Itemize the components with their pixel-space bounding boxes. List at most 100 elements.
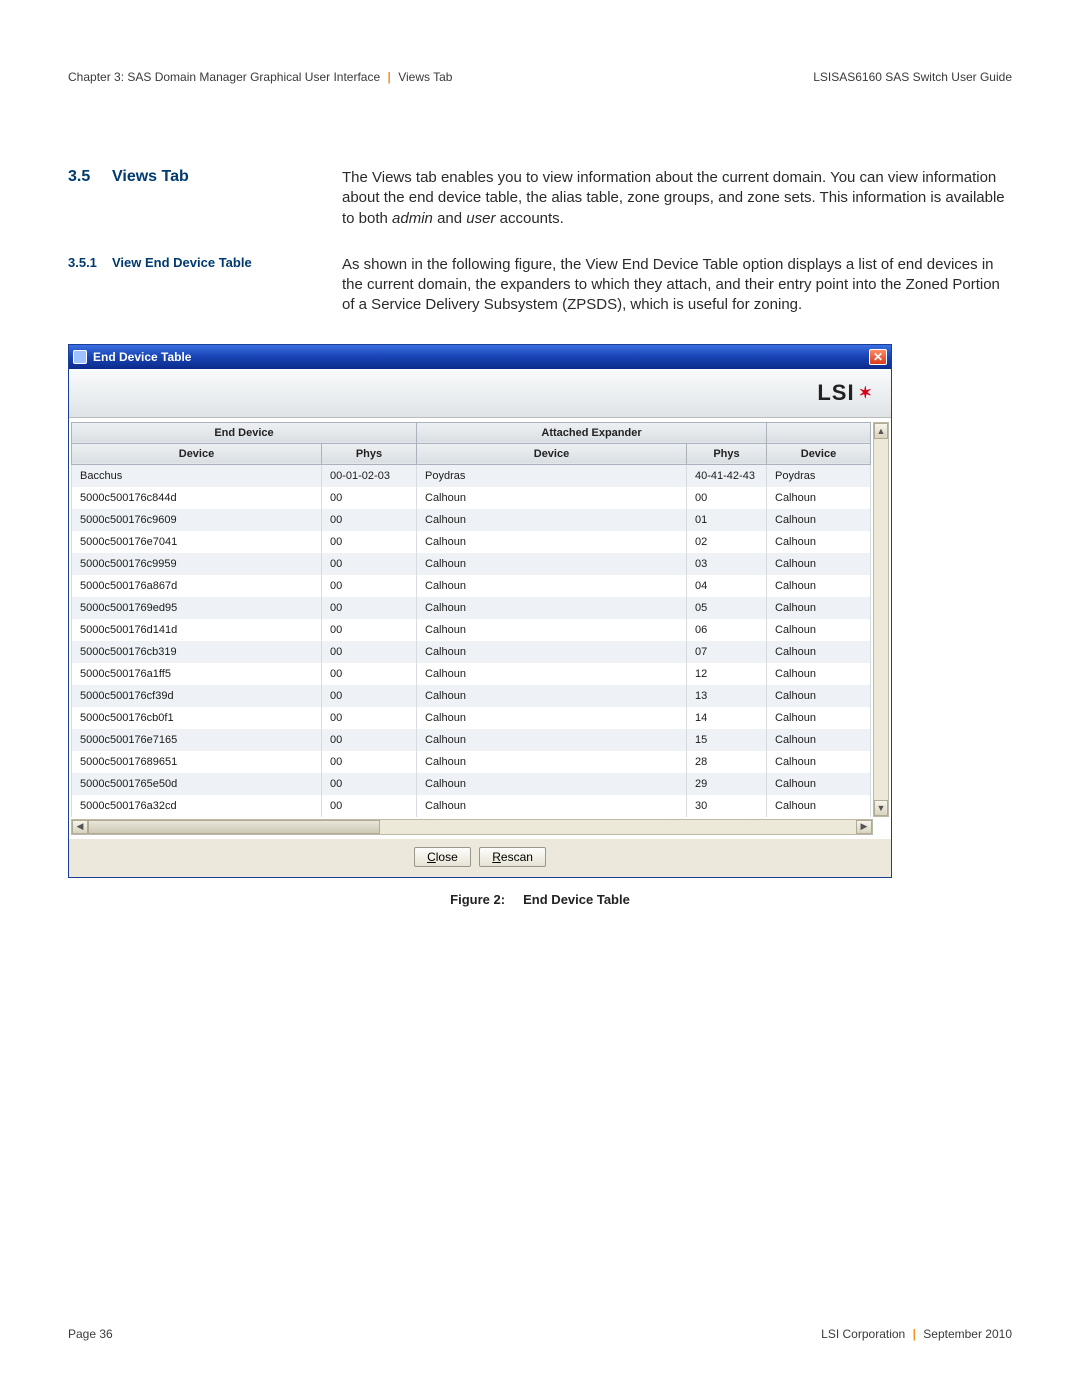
col-device-1[interactable]: Device [72, 443, 322, 464]
window-icon [73, 350, 87, 364]
close-icon[interactable]: ✕ [869, 349, 887, 365]
table-cell: Calhoun [767, 729, 871, 751]
table-cell: Calhoun [767, 685, 871, 707]
table-cell: 40-41-42-43 [687, 464, 767, 487]
emphasis-admin: admin [392, 210, 433, 227]
table-cell: Poydras [417, 464, 687, 487]
table-cell: Calhoun [417, 773, 687, 795]
figure-title: End Device Table [523, 892, 630, 907]
table-row[interactable]: 5000c500176c995900Calhoun03Calhoun [72, 553, 871, 575]
table-cell: 5000c500176e7041 [72, 531, 322, 553]
table-cell: Calhoun [417, 707, 687, 729]
table-cell: 5000c5001765e50d [72, 773, 322, 795]
table-cell: Calhoun [767, 531, 871, 553]
table-cell: Calhoun [417, 619, 687, 641]
emphasis-user: user [466, 210, 495, 227]
table-row[interactable]: 5000c500176cb0f100Calhoun14Calhoun [72, 707, 871, 729]
table-row[interactable]: 5000c5001768965100Calhoun28Calhoun [72, 751, 871, 773]
scroll-right-icon[interactable]: ▶ [856, 820, 872, 834]
table-cell: 05 [687, 597, 767, 619]
subsection-body: As shown in the following figure, the Vi… [342, 255, 1012, 316]
end-device-table-window: End Device Table ✕ LSI ✶ End Device Atta… [68, 344, 892, 878]
table-cell: 13 [687, 685, 767, 707]
horizontal-scrollbar[interactable]: ◀ ▶ [71, 819, 873, 835]
section-heading-row: 3.5 Views Tab The Views tab enables you … [68, 168, 1012, 229]
col-device-2[interactable]: Device [417, 443, 687, 464]
table-row[interactable]: 5000c500176cb31900Calhoun07Calhoun [72, 641, 871, 663]
group-header-row: End Device Attached Expander [72, 422, 871, 443]
scroll-down-icon[interactable]: ▼ [874, 800, 888, 816]
table-row[interactable]: 5000c500176d141d00Calhoun06Calhoun [72, 619, 871, 641]
table-cell: 00 [322, 531, 417, 553]
table-row[interactable]: 5000c5001765e50d00Calhoun29Calhoun [72, 773, 871, 795]
table-cell: 04 [687, 575, 767, 597]
table-cell: 5000c500176c9609 [72, 509, 322, 531]
window-title: End Device Table [93, 350, 869, 364]
table-cell: 5000c50017689651 [72, 751, 322, 773]
logo-text: LSI [817, 380, 854, 406]
table-cell: 00 [687, 487, 767, 509]
table-cell: 5000c500176a867d [72, 575, 322, 597]
table-cell: Calhoun [767, 575, 871, 597]
subsection-title: View End Device Table [112, 255, 342, 316]
section-number: 3.5 [68, 168, 112, 229]
table-cell: 5000c5001769ed95 [72, 597, 322, 619]
table-cell: 5000c500176c844d [72, 487, 322, 509]
header-separator: | [384, 70, 395, 84]
logo-star-icon: ✶ [859, 383, 873, 403]
table-cell: 00 [322, 509, 417, 531]
page-footer: Page 36 LSI Corporation | September 2010 [68, 1327, 1012, 1341]
group-header-end-device[interactable]: End Device [72, 422, 417, 443]
table-cell: 00 [322, 487, 417, 509]
footer-separator: | [909, 1327, 920, 1341]
table-row[interactable]: Bacchus00-01-02-03Poydras40-41-42-43Poyd… [72, 464, 871, 487]
column-header-row: Device Phys Device Phys Device [72, 443, 871, 464]
table-row[interactable]: 5000c5001769ed9500Calhoun05Calhoun [72, 597, 871, 619]
table-cell: Calhoun [417, 663, 687, 685]
breadcrumb-section: Views Tab [398, 70, 452, 84]
end-device-table: End Device Attached Expander Device Phys… [71, 422, 871, 817]
table-cell: 5000c500176d141d [72, 619, 322, 641]
close-button[interactable]: Close [414, 847, 471, 867]
table-row[interactable]: 5000c500176c960900Calhoun01Calhoun [72, 509, 871, 531]
table-row[interactable]: 5000c500176e704100Calhoun02Calhoun [72, 531, 871, 553]
table-scroll-viewport: End Device Attached Expander Device Phys… [69, 417, 891, 839]
table-cell: Calhoun [417, 641, 687, 663]
table-row[interactable]: 5000c500176a1ff500Calhoun12Calhoun [72, 663, 871, 685]
table-cell: Calhoun [767, 487, 871, 509]
table-row[interactable]: 5000c500176cf39d00Calhoun13Calhoun [72, 685, 871, 707]
scroll-up-icon[interactable]: ▲ [874, 423, 888, 439]
table-cell: Calhoun [417, 487, 687, 509]
table-cell: Calhoun [767, 663, 871, 685]
table-cell: 5000c500176a32cd [72, 795, 322, 817]
scroll-left-icon[interactable]: ◀ [72, 820, 88, 834]
figure-label: Figure 2: [450, 892, 505, 907]
rescan-button[interactable]: Rescan [479, 847, 546, 867]
table-cell: Calhoun [417, 553, 687, 575]
table-cell: Calhoun [417, 729, 687, 751]
table-row[interactable]: 5000c500176e716500Calhoun15Calhoun [72, 729, 871, 751]
dialog-button-row: Close Rescan [69, 839, 891, 877]
col-phys-1[interactable]: Phys [322, 443, 417, 464]
col-phys-2[interactable]: Phys [687, 443, 767, 464]
vertical-scrollbar[interactable]: ▲ ▼ [873, 422, 889, 817]
table-cell: Calhoun [417, 575, 687, 597]
window-titlebar[interactable]: End Device Table ✕ [69, 345, 891, 369]
table-cell: Calhoun [767, 619, 871, 641]
group-header-attached-expander[interactable]: Attached Expander [417, 422, 767, 443]
table-cell: 00 [322, 751, 417, 773]
table-row[interactable]: 5000c500176c844d00Calhoun00Calhoun [72, 487, 871, 509]
section-title: Views Tab [112, 168, 342, 229]
table-cell: Calhoun [417, 531, 687, 553]
scroll-track[interactable] [88, 820, 856, 834]
table-cell: 5000c500176cb0f1 [72, 707, 322, 729]
table-cell: 5000c500176cb319 [72, 641, 322, 663]
subsection-number: 3.5.1 [68, 255, 112, 316]
scroll-thumb[interactable] [88, 820, 380, 834]
table-row[interactable]: 5000c500176a867d00Calhoun04Calhoun [72, 575, 871, 597]
table-cell: 00 [322, 619, 417, 641]
group-header-blank[interactable] [767, 422, 871, 443]
col-device-3[interactable]: Device [767, 443, 871, 464]
table-cell: 5000c500176cf39d [72, 685, 322, 707]
table-row[interactable]: 5000c500176a32cd00Calhoun30Calhoun [72, 795, 871, 817]
